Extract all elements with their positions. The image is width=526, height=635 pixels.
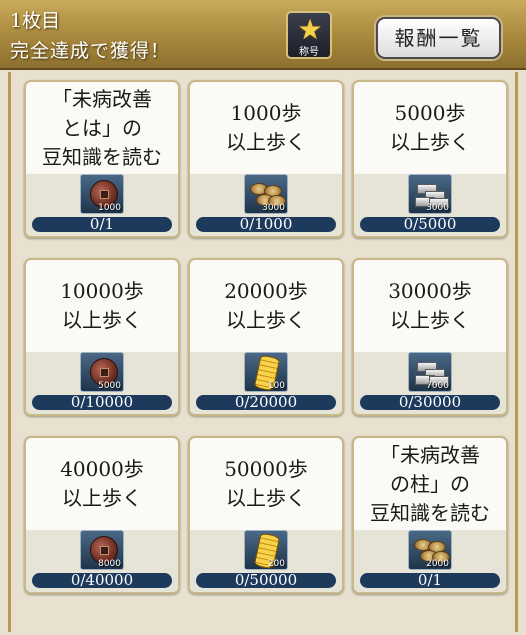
mission-card[interactable]: 50000歩 以上歩く 200 0/50000: [188, 436, 344, 594]
mission-condition: 「未病改善の柱」の豆知識を読む: [354, 438, 506, 530]
reward-area: 100 0/20000: [190, 352, 342, 414]
mission-card[interactable]: 「未病改善とは」の豆知識を読む 1000 0/1: [24, 80, 180, 238]
mission-condition: 1000歩以上歩く: [190, 82, 342, 174]
mission-condition: 10000歩 以上歩く: [26, 260, 178, 352]
progress-counter: 0/1: [32, 217, 172, 232]
progress-counter: 0/1: [360, 573, 500, 588]
sheet-number: 1枚目: [10, 10, 61, 32]
mission-condition-line: 5000歩: [394, 101, 466, 125]
coin-icon: 5000: [80, 352, 124, 392]
completion-reward-text: 完全達成で獲得！: [10, 40, 171, 62]
progress-counter: 0/20000: [196, 395, 336, 410]
mission-condition-line: 以上歩く: [226, 130, 306, 154]
reward-quantity: 1000: [98, 203, 121, 213]
mission-condition-line: 以上歩く: [390, 130, 470, 154]
progress-counter: 0/10000: [32, 395, 172, 410]
mission-condition: 20000歩 以上歩く: [190, 260, 342, 352]
mission-condition-line: 豆知識を読む: [370, 500, 490, 525]
mission-condition: 40000歩 以上歩く: [26, 438, 178, 530]
mission-condition-line: 豆知識を読む: [42, 144, 162, 169]
mission-condition-line: の柱」の: [390, 471, 470, 496]
reward-quantity: 7000: [426, 381, 449, 391]
progress-counter: 0/1000: [196, 217, 336, 232]
reward-quantity: 2000: [426, 559, 449, 569]
mission-condition-line: とは」の: [62, 115, 142, 140]
title-badge-label: 称号: [299, 47, 319, 58]
reward-area: 2000 0/1: [354, 530, 506, 592]
reward-quantity: 3000: [262, 203, 285, 213]
mission-condition-line: 以上歩く: [62, 486, 142, 510]
mission-condition-line: 以上歩く: [226, 486, 306, 510]
star-icon: ★: [297, 13, 323, 46]
reward-area: 3000 0/5000: [354, 174, 506, 236]
mission-condition-line: 50000歩: [224, 457, 308, 481]
lumber-icon: 3000: [244, 174, 288, 214]
reward-area: 7000 0/30000: [354, 352, 506, 414]
reward-quantity: 200: [267, 559, 285, 569]
lumber-icon: 2000: [408, 530, 452, 570]
mission-card[interactable]: 30000歩 以上歩く 7000 0/30000: [352, 258, 508, 416]
progress-counter: 0/50000: [196, 573, 336, 588]
mission-card[interactable]: 40000歩 以上歩く 8000 0/40000: [24, 436, 180, 594]
mission-condition-line: 以上歩く: [62, 308, 142, 332]
mission-card[interactable]: 5000歩以上歩く 3000 0/5000: [352, 80, 508, 238]
reward-area: 5000 0/10000: [26, 352, 178, 414]
progress-counter: 0/40000: [32, 573, 172, 588]
mission-card[interactable]: 10000歩 以上歩く 5000 0/10000: [24, 258, 180, 416]
coin-icon: 1000: [80, 174, 124, 214]
reward-area: 1000 0/1: [26, 174, 178, 236]
reward-quantity: 5000: [98, 381, 121, 391]
mission-condition-line: 「未病改善: [52, 86, 152, 111]
mission-card[interactable]: 1000歩以上歩く 3000 0/1000: [188, 80, 344, 238]
mission-condition-line: 1000歩: [230, 101, 302, 125]
gold-icon: 200: [244, 530, 288, 570]
progress-counter: 0/30000: [360, 395, 500, 410]
title-reward-badge[interactable]: ★ 称号: [286, 11, 332, 59]
mission-header: 1枚目 完全達成で獲得！ ★ 称号 報酬一覧: [0, 0, 526, 70]
mission-card[interactable]: 「未病改善の柱」の豆知識を読む 2000 0/1: [352, 436, 508, 594]
reward-quantity: 100: [267, 381, 285, 391]
reward-quantity: 3000: [426, 203, 449, 213]
mission-condition-line: 以上歩く: [390, 308, 470, 332]
mission-condition: 50000歩 以上歩く: [190, 438, 342, 530]
mission-condition: 5000歩以上歩く: [354, 82, 506, 174]
mission-condition-line: 以上歩く: [226, 308, 306, 332]
reward-area: 8000 0/40000: [26, 530, 178, 592]
mission-condition: 「未病改善とは」の豆知識を読む: [26, 82, 178, 174]
mission-condition-line: 30000歩: [388, 279, 472, 303]
coin-icon: 8000: [80, 530, 124, 570]
stone-icon: 3000: [408, 174, 452, 214]
mission-condition-line: 20000歩: [224, 279, 308, 303]
reward-area: 3000 0/1000: [190, 174, 342, 236]
mission-condition: 30000歩 以上歩く: [354, 260, 506, 352]
mission-condition-line: 10000歩: [60, 279, 144, 303]
mission-condition-line: 40000歩: [60, 457, 144, 481]
reward-quantity: 8000: [98, 559, 121, 569]
progress-counter: 0/5000: [360, 217, 500, 232]
reward-area: 200 0/50000: [190, 530, 342, 592]
reward-list-button[interactable]: 報酬一覧: [376, 17, 501, 59]
gold-icon: 100: [244, 352, 288, 392]
mission-card[interactable]: 20000歩 以上歩く 100 0/20000: [188, 258, 344, 416]
mission-condition-line: 「未病改善: [380, 442, 480, 467]
stone-icon: 7000: [408, 352, 452, 392]
